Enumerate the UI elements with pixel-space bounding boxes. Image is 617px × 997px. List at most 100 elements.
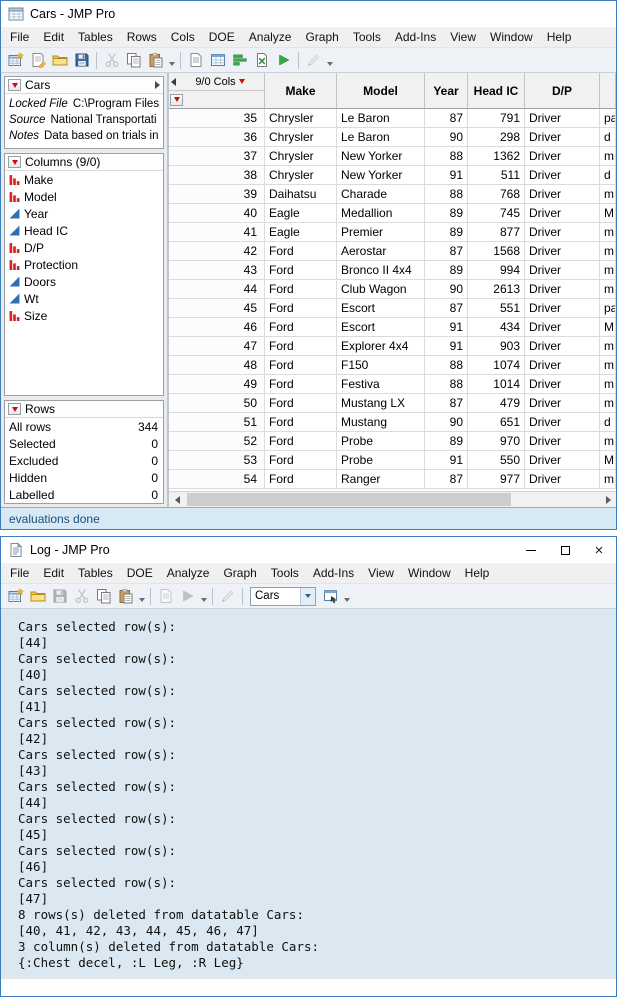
- year-cell[interactable]: 88: [425, 356, 468, 375]
- row-number-cell[interactable]: 40: [169, 204, 265, 223]
- table-row[interactable]: 51 Ford Mustang 90 651 Driver d: [169, 413, 616, 432]
- protection-cell[interactable]: m: [600, 356, 616, 375]
- make-cell[interactable]: Ford: [265, 470, 337, 489]
- model-cell[interactable]: Ranger: [337, 470, 425, 489]
- annotate-pen-button[interactable]: [303, 50, 324, 71]
- column-item[interactable]: Make: [5, 171, 163, 188]
- column-item[interactable]: Head IC: [5, 222, 163, 239]
- menu-item[interactable]: File: [3, 564, 36, 582]
- copy-button[interactable]: [123, 50, 144, 71]
- model-cell[interactable]: Explorer 4x4: [337, 337, 425, 356]
- table-row[interactable]: 42 Ford Aerostar 87 1568 Driver m: [169, 242, 616, 261]
- menu-item[interactable]: DOE: [202, 28, 242, 46]
- dp-cell[interactable]: Driver: [525, 185, 600, 204]
- headic-cell[interactable]: 745: [468, 204, 525, 223]
- chevron-down-icon[interactable]: [300, 587, 315, 605]
- run-script-button[interactable]: [273, 50, 294, 71]
- make-cell[interactable]: Ford: [265, 280, 337, 299]
- model-cell[interactable]: New Yorker: [337, 147, 425, 166]
- headic-cell[interactable]: 298: [468, 128, 525, 147]
- headic-cell[interactable]: 434: [468, 318, 525, 337]
- toolbar-overflow-chevron-icon[interactable]: [199, 587, 208, 606]
- row-number-cell[interactable]: 47: [169, 337, 265, 356]
- row-number-cell[interactable]: 46: [169, 318, 265, 337]
- headic-cell[interactable]: 903: [468, 337, 525, 356]
- table-row[interactable]: 49 Ford Festiva 88 1014 Driver m: [169, 375, 616, 394]
- year-cell[interactable]: 91: [425, 337, 468, 356]
- copy-button[interactable]: [93, 586, 114, 607]
- panel-splitter-arrow-icon[interactable]: [171, 77, 176, 86]
- year-cell[interactable]: 90: [425, 128, 468, 147]
- headic-cell[interactable]: 1074: [468, 356, 525, 375]
- menu-item[interactable]: Edit: [36, 564, 71, 582]
- red-triangle-menu-button[interactable]: [8, 156, 21, 168]
- model-cell[interactable]: Probe: [337, 451, 425, 470]
- table-row[interactable]: 44 Ford Club Wagon 90 2613 Driver m: [169, 280, 616, 299]
- horizontal-scrollbar[interactable]: [169, 491, 616, 507]
- make-cell[interactable]: Ford: [265, 261, 337, 280]
- model-cell[interactable]: Le Baron: [337, 128, 425, 147]
- protection-cell[interactable]: pa: [600, 299, 616, 318]
- model-cell[interactable]: Probe: [337, 432, 425, 451]
- rows-stat-label[interactable]: All rows: [9, 420, 51, 434]
- dp-cell[interactable]: Driver: [525, 356, 600, 375]
- menu-item[interactable]: DOE: [120, 564, 160, 582]
- row-number-cell[interactable]: 37: [169, 147, 265, 166]
- row-number-cell[interactable]: 35: [169, 109, 265, 128]
- headic-cell[interactable]: 1362: [468, 147, 525, 166]
- new-data-table-button[interactable]: [5, 50, 26, 71]
- column-header-dp[interactable]: D/P: [525, 73, 600, 109]
- dp-cell[interactable]: Driver: [525, 280, 600, 299]
- menu-item[interactable]: View: [361, 564, 401, 582]
- dp-cell[interactable]: Driver: [525, 299, 600, 318]
- make-cell[interactable]: Ford: [265, 432, 337, 451]
- protection-cell[interactable]: m: [600, 185, 616, 204]
- model-cell[interactable]: Club Wagon: [337, 280, 425, 299]
- run-script-button[interactable]: [177, 586, 198, 607]
- model-cell[interactable]: Le Baron: [337, 109, 425, 128]
- row-number-cell[interactable]: 48: [169, 356, 265, 375]
- protection-cell[interactable]: m: [600, 242, 616, 261]
- toolbar-overflow-chevron-icon[interactable]: [325, 51, 334, 70]
- year-cell[interactable]: 90: [425, 280, 468, 299]
- protection-cell[interactable]: m: [600, 375, 616, 394]
- column-header-year[interactable]: Year: [425, 73, 468, 109]
- dp-cell[interactable]: Driver: [525, 128, 600, 147]
- row-number-cell[interactable]: 39: [169, 185, 265, 204]
- rows-stat-label[interactable]: Selected: [9, 437, 56, 451]
- year-cell[interactable]: 87: [425, 242, 468, 261]
- protection-cell[interactable]: d: [600, 128, 616, 147]
- table-row[interactable]: 40 Eagle Medallion 89 745 Driver M: [169, 204, 616, 223]
- table-row[interactable]: 39 Daihatsu Charade 88 768 Driver m: [169, 185, 616, 204]
- protection-cell[interactable]: m: [600, 280, 616, 299]
- model-cell[interactable]: Mustang LX: [337, 394, 425, 413]
- model-cell[interactable]: Aerostar: [337, 242, 425, 261]
- dp-cell[interactable]: Driver: [525, 242, 600, 261]
- menu-item[interactable]: Add-Ins: [306, 564, 361, 582]
- make-cell[interactable]: Eagle: [265, 204, 337, 223]
- headic-cell[interactable]: 977: [468, 470, 525, 489]
- rows-stat-label[interactable]: Excluded: [9, 454, 58, 468]
- red-triangle-menu-button[interactable]: [8, 403, 21, 415]
- headic-cell[interactable]: 479: [468, 394, 525, 413]
- dp-cell[interactable]: Driver: [525, 223, 600, 242]
- year-cell[interactable]: 87: [425, 470, 468, 489]
- minimize-button[interactable]: [514, 537, 548, 563]
- table-row[interactable]: 46 Ford Escort 91 434 Driver M: [169, 318, 616, 337]
- year-cell[interactable]: 91: [425, 318, 468, 337]
- make-cell[interactable]: Ford: [265, 451, 337, 470]
- cut-button[interactable]: [71, 586, 92, 607]
- headic-cell[interactable]: 1568: [468, 242, 525, 261]
- dp-cell[interactable]: Driver: [525, 204, 600, 223]
- column-header-make[interactable]: Make: [265, 73, 337, 109]
- row-number-cell[interactable]: 44: [169, 280, 265, 299]
- maximize-button[interactable]: [548, 537, 582, 563]
- menu-item[interactable]: Window: [483, 28, 540, 46]
- make-cell[interactable]: Daihatsu: [265, 185, 337, 204]
- cut-button[interactable]: [101, 50, 122, 71]
- table-row[interactable]: 50 Ford Mustang LX 87 479 Driver m: [169, 394, 616, 413]
- column-item[interactable]: Year: [5, 205, 163, 222]
- make-cell[interactable]: Chrysler: [265, 147, 337, 166]
- model-cell[interactable]: Festiva: [337, 375, 425, 394]
- table-row[interactable]: 53 Ford Probe 91 550 Driver M: [169, 451, 616, 470]
